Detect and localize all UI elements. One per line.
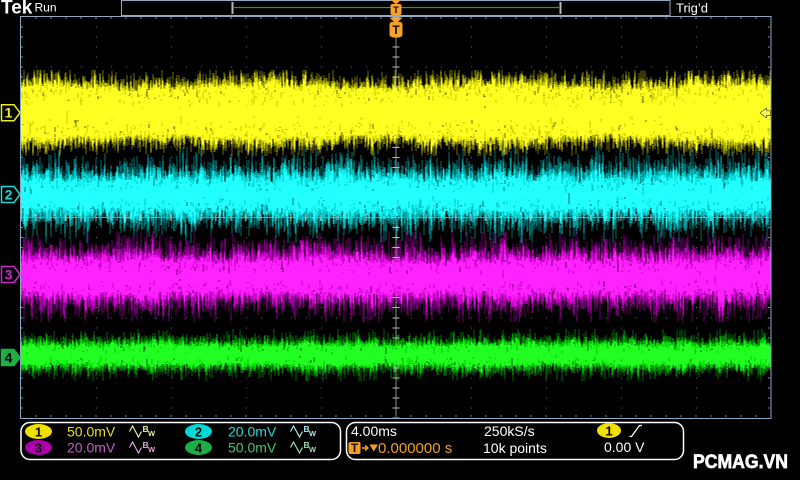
svg-text:PCMAG.VN: PCMAG.VN [693, 451, 788, 473]
svg-text:Run: Run [35, 1, 57, 15]
svg-text:0.000000 s: 0.000000 s [378, 440, 452, 457]
svg-text:50.0mV: 50.0mV [67, 424, 116, 440]
svg-text:3: 3 [35, 440, 42, 455]
svg-text:W: W [309, 445, 317, 454]
svg-text:W: W [148, 429, 156, 438]
svg-text:250kS/s: 250kS/s [484, 423, 535, 439]
svg-text:T: T [392, 23, 400, 37]
svg-text:0.00 V: 0.00 V [604, 439, 645, 455]
svg-text:20.0mV: 20.0mV [67, 440, 116, 456]
svg-text:3: 3 [5, 267, 13, 283]
svg-text:2: 2 [5, 187, 13, 203]
svg-text:4: 4 [195, 440, 203, 455]
svg-text:W: W [148, 445, 156, 454]
svg-text:W: W [309, 429, 317, 438]
svg-text:50.0mV: 50.0mV [228, 440, 277, 456]
svg-text:Tek: Tek [1, 0, 33, 19]
svg-text:10k points: 10k points [483, 440, 547, 456]
svg-text:1: 1 [605, 423, 612, 438]
svg-text:20.0mV: 20.0mV [228, 424, 277, 440]
svg-text:T: T [351, 441, 359, 455]
svg-text:Trig’d: Trig’d [676, 1, 708, 16]
svg-text:2: 2 [195, 424, 202, 439]
svg-text:4.00ms: 4.00ms [351, 423, 397, 439]
svg-text:T: T [393, 5, 399, 16]
svg-text:1: 1 [5, 105, 13, 121]
svg-text:1: 1 [35, 424, 42, 439]
svg-text:4: 4 [5, 350, 13, 366]
